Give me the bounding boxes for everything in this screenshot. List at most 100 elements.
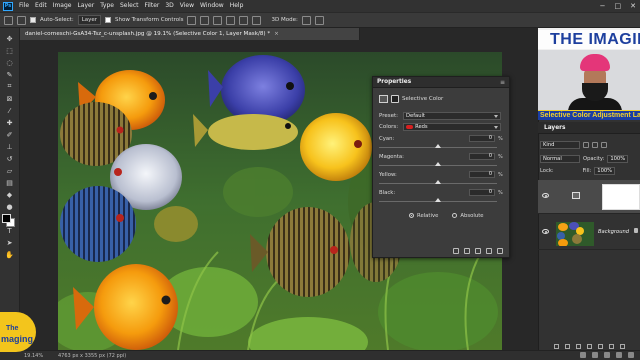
preset-dropdown[interactable]: Default [403, 112, 502, 120]
preset-row: Preset: Default [379, 112, 502, 120]
magenta-input[interactable]: 0 [469, 153, 495, 160]
status-icon-5[interactable] [628, 352, 634, 358]
black-input[interactable]: 0 [469, 189, 495, 196]
new-adjustment-icon[interactable] [586, 343, 592, 349]
new-group-icon[interactable] [597, 343, 603, 349]
absolute-option[interactable]: Absolute [452, 213, 484, 219]
visibility-icon[interactable] [486, 248, 492, 254]
move-tool-icon[interactable] [17, 15, 26, 25]
maximize-icon[interactable]: □ [615, 0, 622, 12]
yellow-input[interactable]: 0 [469, 171, 495, 178]
menu-filter[interactable]: Filter [142, 0, 163, 12]
link-layers-icon[interactable] [553, 343, 559, 349]
orbit-3d-icon[interactable] [301, 15, 311, 25]
align-middle-icon[interactable] [239, 15, 249, 25]
status-icon-3[interactable] [604, 352, 610, 358]
properties-panel[interactable]: Properties ≡ Selective Color Preset: Def… [372, 76, 510, 258]
black-slider-thumb[interactable] [435, 198, 441, 202]
layer-mask-thumbnail[interactable] [602, 184, 640, 210]
menu-image[interactable]: Image [50, 0, 75, 12]
delete-icon[interactable] [497, 248, 503, 254]
menu-window[interactable]: Window [197, 0, 227, 12]
menu-help[interactable]: Help [227, 0, 247, 12]
new-layer-icon[interactable] [608, 343, 614, 349]
fill-input[interactable]: 100% [594, 167, 616, 175]
auto-select-checkbox[interactable] [30, 17, 36, 23]
colors-dropdown[interactable]: Reds [403, 123, 502, 131]
trash-icon[interactable] [619, 343, 625, 349]
add-mask-icon[interactable] [575, 343, 581, 349]
marquee-tool-icon[interactable]: ⬚ [4, 46, 16, 55]
align-left-icon[interactable] [187, 15, 197, 25]
panel-menu-icon[interactable]: ≡ [500, 77, 505, 88]
layer-background[interactable]: Background [538, 216, 640, 250]
crop-tool-icon[interactable]: ⌗ [4, 82, 16, 91]
layer-selective-color[interactable] [538, 180, 640, 214]
filter-type-icon[interactable] [601, 142, 607, 148]
fx-icon[interactable] [564, 343, 570, 349]
layer-mask-icon[interactable] [391, 95, 399, 103]
blend-mode-dropdown[interactable]: Normal [540, 155, 580, 163]
clone-stamp-tool-icon[interactable]: ⊥ [4, 142, 16, 151]
pan-3d-icon[interactable] [314, 15, 324, 25]
healing-brush-tool-icon[interactable]: ✚ [4, 118, 16, 127]
menu-edit[interactable]: Edit [32, 0, 50, 12]
opacity-input[interactable]: 100% [607, 155, 629, 163]
view-previous-icon[interactable] [464, 248, 470, 254]
relative-option[interactable]: Relative [409, 213, 438, 219]
menu-view[interactable]: View [177, 0, 197, 12]
align-center-icon[interactable] [200, 15, 210, 25]
menu-layer[interactable]: Layer [74, 0, 97, 12]
kind-filter-dropdown[interactable]: Kind [540, 141, 580, 149]
brush-tool-icon[interactable]: ✐ [4, 130, 16, 139]
eraser-tool-icon[interactable]: ▱ [4, 166, 16, 175]
document-tab[interactable]: daniel-corneschi-GsA34-Tsz_c-unsplash.jp… [20, 28, 360, 40]
status-icon-2[interactable] [592, 352, 598, 358]
absolute-radio[interactable] [452, 213, 458, 218]
cyan-slider-thumb[interactable] [435, 144, 441, 148]
menu-3d[interactable]: 3D [162, 0, 176, 12]
hand-tool-icon[interactable]: ✋ [4, 250, 16, 259]
yellow-slider-thumb[interactable] [435, 180, 441, 184]
clip-to-layer-icon[interactable] [453, 248, 459, 254]
close-document-icon[interactable]: × [274, 31, 279, 37]
minimize-icon[interactable]: − [600, 0, 606, 12]
move-tool-icon[interactable]: ✥ [4, 34, 16, 43]
close-icon[interactable]: ✕ [630, 0, 636, 12]
show-transform-checkbox[interactable] [105, 17, 112, 23]
align-top-icon[interactable] [226, 15, 236, 25]
menu-select[interactable]: Select [117, 0, 142, 12]
filter-pixel-icon[interactable] [583, 142, 589, 148]
visibility-eye-icon[interactable] [542, 193, 549, 198]
quick-select-tool-icon[interactable]: ✎ [4, 70, 16, 79]
align-right-icon[interactable] [213, 15, 223, 25]
menu-type[interactable]: Type [97, 0, 117, 12]
path-select-tool-icon[interactable]: ➤ [4, 238, 16, 247]
cyan-input[interactable]: 0 [469, 135, 495, 142]
zoom-level[interactable]: 19.14% [24, 353, 52, 359]
lasso-tool-icon[interactable]: ◌ [4, 58, 16, 67]
reset-icon[interactable] [475, 248, 481, 254]
foreground-color-swatch[interactable] [2, 214, 11, 223]
status-icon-4[interactable] [616, 352, 622, 358]
dodge-tool-icon[interactable]: ● [4, 202, 16, 211]
filter-adjustment-icon[interactable] [592, 142, 598, 148]
eyedropper-tool-icon[interactable]: ⁄ [4, 106, 16, 115]
visibility-eye-icon[interactable] [542, 229, 549, 234]
gradient-tool-icon[interactable]: ▤ [4, 178, 16, 187]
document-info[interactable]: 4763 px x 3355 px (72 ppi) [58, 353, 126, 359]
frame-tool-icon[interactable]: ⊠ [4, 94, 16, 103]
home-icon[interactable] [4, 15, 13, 25]
properties-header[interactable]: Properties ≡ [373, 77, 509, 88]
menu-file[interactable]: File [16, 0, 32, 12]
status-icon-1[interactable] [580, 352, 586, 358]
type-tool-icon[interactable]: T [4, 226, 16, 235]
layers-panel-header[interactable]: Layers [538, 122, 640, 134]
history-brush-tool-icon[interactable]: ↺ [4, 154, 16, 163]
blur-tool-icon[interactable]: ◆ [4, 190, 16, 199]
auto-select-dropdown[interactable]: Layer [77, 15, 102, 25]
align-bottom-icon[interactable] [252, 15, 262, 25]
relative-radio[interactable] [409, 213, 414, 218]
magenta-slider-thumb[interactable] [435, 162, 441, 166]
adjustment-layer-icon[interactable] [379, 95, 388, 103]
